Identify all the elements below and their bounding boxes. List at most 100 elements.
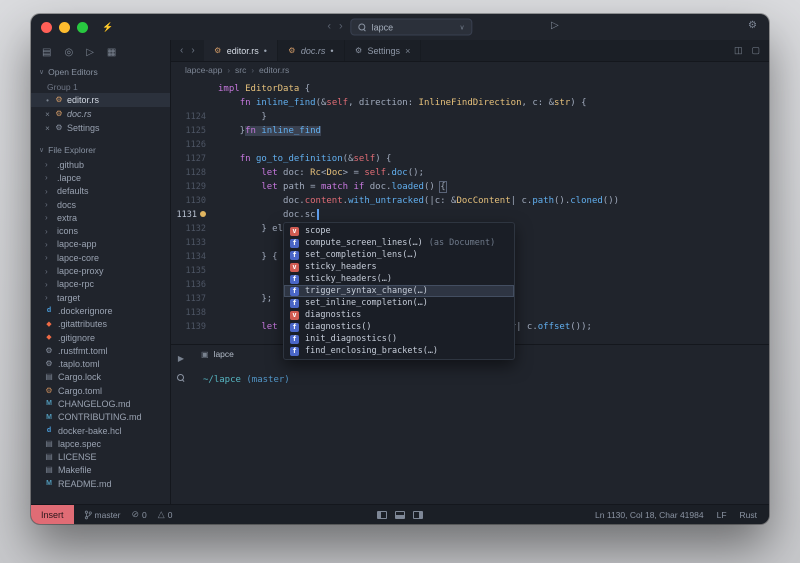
code-text: } <box>209 110 267 124</box>
code-text: doc.content.with_untracked(|c: &DocConte… <box>209 194 619 208</box>
warning-count[interactable]: △ 0 <box>158 509 173 520</box>
code-line[interactable]: 1124 } <box>171 110 769 124</box>
debug-icon[interactable]: ▷ <box>86 47 94 58</box>
file-explorer-icon[interactable]: ▤ <box>42 47 51 58</box>
tree-folder[interactable]: ›lapce-rpc <box>31 278 170 291</box>
code-line[interactable]: impl EditorData { <box>171 82 769 96</box>
code-text <box>209 264 218 278</box>
line-number: 1134 <box>171 250 209 264</box>
tree-item-name: lapce-rpc <box>57 279 94 289</box>
code-line[interactable]: 1127 fn go_to_definition(&self) { <box>171 152 769 166</box>
tree-file[interactable]: MREADME.md <box>31 477 170 490</box>
code-text: } el <box>209 222 283 236</box>
tab-doc.rs[interactable]: ⚙doc.rs• <box>278 40 345 61</box>
nav-forward-icon[interactable]: › <box>339 22 343 33</box>
completion-kind-function-icon: f <box>290 335 299 344</box>
code-line[interactable]: 1125 }fn inline_find <box>171 124 769 138</box>
close-icon[interactable]: × <box>44 110 51 119</box>
tree-folder[interactable]: › .lapce <box>31 171 170 184</box>
language-mode[interactable]: Rust <box>740 510 757 520</box>
breadcrumb[interactable]: lapce-app›src›editor.rs <box>171 62 769 78</box>
file-explorer-header[interactable]: ∨ File Explorer <box>31 142 170 158</box>
code-editor[interactable]: impl EditorData { fn inline_find(&self, … <box>171 78 769 344</box>
titlebar[interactable]: ⚡ ‹ › lapce ∨ ▷ ⚙ <box>31 14 769 40</box>
tree-file[interactable]: MCHANGELOG.md <box>31 397 170 410</box>
tree-item-name: lapce-proxy <box>57 266 104 276</box>
close-icon[interactable]: × <box>44 124 51 133</box>
tree-item-name: .lapce <box>57 173 81 183</box>
command-palette[interactable]: lapce ∨ <box>351 19 473 36</box>
code-line[interactable]: 1126 <box>171 138 769 152</box>
completion-kind-function-icon: f <box>290 347 299 356</box>
breadcrumb-item[interactable]: src <box>235 65 246 75</box>
lightbulb-icon[interactable] <box>200 211 206 217</box>
code-line[interactable]: 1130 doc.content.with_untracked(|c: &Doc… <box>171 194 769 208</box>
tree-folder[interactable]: ›.github <box>31 158 170 171</box>
tree-folder[interactable]: › lapce-proxy <box>31 264 170 277</box>
open-editor-item[interactable]: ×⚙Settings <box>31 121 170 135</box>
completion-item[interactable]: ffind_enclosing_brackets(…) <box>284 345 514 357</box>
settings-gear-icon[interactable]: ⚙ <box>748 20 757 31</box>
toggle-bottom-panel-icon[interactable] <box>395 511 405 519</box>
tree-folder[interactable]: ›extra <box>31 211 170 224</box>
breadcrumb-item[interactable]: editor.rs <box>259 65 289 75</box>
code-line[interactable]: 1131 doc.sc <box>171 208 769 222</box>
git-branch-indicator[interactable]: master <box>84 510 121 520</box>
tree-file[interactable]: ▤LICENSE <box>31 451 170 464</box>
chevron-right-icon: › <box>251 66 254 75</box>
minimize-window-button[interactable] <box>59 22 70 33</box>
command-palette-value: lapce <box>372 22 394 32</box>
tree-folder[interactable]: ›defaults <box>31 185 170 198</box>
code-line[interactable]: 1128 let doc: Rc<Doc> = self.doc(); <box>171 166 769 180</box>
split-editor-icon[interactable]: ◫ <box>734 45 743 56</box>
tree-file[interactable]: ▤Makefile <box>31 464 170 477</box>
tree-file[interactable]: ▤Cargo.lock <box>31 371 170 384</box>
tree-file[interactable]: ⚙Cargo.toml <box>31 384 170 397</box>
mode-indicator[interactable]: Insert <box>31 505 74 524</box>
tree-item-name: docs <box>57 200 76 210</box>
tree-file[interactable]: MCONTRIBUTING.md <box>31 411 170 424</box>
tree-file[interactable]: ◆.gitattributes <box>31 318 170 331</box>
tree-folder[interactable]: ›icons <box>31 224 170 237</box>
terminal-content[interactable]: ~/lapce (master) <box>191 363 769 387</box>
tree-file[interactable]: ◆.gitignore <box>31 331 170 344</box>
eol-indicator[interactable]: LF <box>717 510 727 520</box>
source-control-icon[interactable]: ◎ <box>64 47 73 58</box>
terminal-icon[interactable]: ▶ <box>178 354 184 363</box>
nav-back-icon[interactable]: ‹ <box>327 22 331 33</box>
close-window-button[interactable] <box>41 22 52 33</box>
tab-editor.rs[interactable]: ⚙editor.rs• <box>204 40 278 61</box>
toggle-right-panel-icon[interactable] <box>413 511 423 519</box>
run-button[interactable]: ▷ <box>551 20 559 31</box>
toggle-left-panel-icon[interactable] <box>377 511 387 519</box>
tree-file[interactable]: ⚙.taplo.toml <box>31 357 170 370</box>
breadcrumb-item[interactable]: lapce-app <box>185 65 222 75</box>
tab-Settings[interactable]: ⚙Settings× <box>345 40 422 61</box>
code-line[interactable]: 1129 let path = match if doc.loaded() { <box>171 180 769 194</box>
tabs-back-icon[interactable]: ‹ <box>180 45 183 56</box>
zoom-window-button[interactable] <box>77 22 88 33</box>
error-count[interactable]: ⊘ 0 <box>132 509 147 520</box>
cursor-position[interactable]: Ln 1130, Col 18, Char 41984 <box>595 510 704 520</box>
code-line[interactable]: fn inline_find(&self, direction: InlineF… <box>171 96 769 110</box>
tree-folder[interactable]: ›lapce-app <box>31 238 170 251</box>
chevron-right-icon: › <box>45 240 52 249</box>
tree-file[interactable]: ddocker-bake.hcl <box>31 424 170 437</box>
chevron-right-icon: › <box>45 213 52 222</box>
tree-folder[interactable]: ›lapce-core <box>31 251 170 264</box>
tree-folder[interactable]: ›docs <box>31 198 170 211</box>
open-editor-item[interactable]: ×⚙doc.rs <box>31 107 170 121</box>
editor-layout-icon[interactable]: ▢ <box>751 45 760 56</box>
extensions-icon[interactable]: ▦ <box>107 47 116 58</box>
close-tab-icon[interactable]: × <box>405 46 410 56</box>
tree-file[interactable]: ⚙.rustfmt.toml <box>31 344 170 357</box>
tabs-forward-icon[interactable]: › <box>191 45 194 56</box>
tree-file[interactable]: d.dockerignore <box>31 304 170 317</box>
search-icon[interactable] <box>177 374 185 382</box>
open-editor-item[interactable]: •⚙editor.rs <box>31 93 170 107</box>
open-editors-header[interactable]: ∨ Open Editors <box>31 64 170 80</box>
tree-folder[interactable]: ›target <box>31 291 170 304</box>
tree-file[interactable]: ▤lapce.spec <box>31 437 170 450</box>
chevron-right-icon: › <box>45 173 52 182</box>
chevron-right-icon: › <box>45 267 52 276</box>
